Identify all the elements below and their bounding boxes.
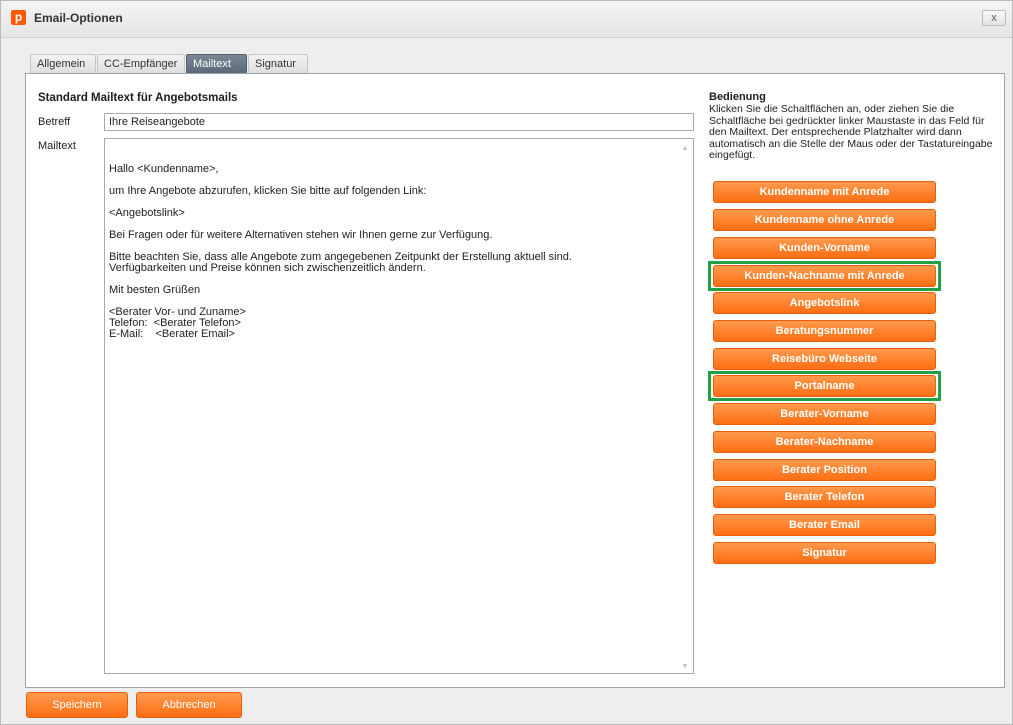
mailtext-panel: Standard Mailtext für Angebotsmails Betr… <box>25 73 1005 688</box>
window-title: Email-Optionen <box>34 11 123 25</box>
placeholder-button-berater-email[interactable]: Berater Email <box>713 514 936 536</box>
placeholder-button-kundenname-ohne-anrede[interactable]: Kundenname ohne Anrede <box>713 209 936 231</box>
section-title: Standard Mailtext für Angebotsmails <box>38 92 238 104</box>
title-bar: p Email-Optionen x <box>1 1 1012 38</box>
app-logo-icon: p <box>11 10 26 25</box>
tab-mailtext[interactable]: Mailtext <box>186 54 247 73</box>
controls-description: Klicken Sie die Schaltflächen an, oder z… <box>709 103 993 161</box>
placeholder-button-berater-nachname[interactable]: Berater-Nachname <box>713 431 936 453</box>
subject-label: Betreff <box>38 116 71 128</box>
placeholder-button-kunden-vorname[interactable]: Kunden-Vorname <box>713 237 936 259</box>
placeholder-button-beratungsnummer[interactable]: Beratungsnummer <box>713 320 936 342</box>
controls-title: Bedienung <box>709 91 766 103</box>
placeholder-button-signatur[interactable]: Signatur <box>713 542 936 564</box>
tab-allgemein[interactable]: Allgemein <box>30 54 96 73</box>
placeholder-button-kunden-nachname-mit-anrede[interactable]: Kunden-Nachname mit Anrede <box>713 265 936 287</box>
placeholder-button-angebotslink[interactable]: Angebotslink <box>713 292 936 314</box>
placeholder-button-portalname[interactable]: Portalname <box>713 375 936 397</box>
placeholder-button-berater-telefon[interactable]: Berater Telefon <box>713 486 936 508</box>
save-button[interactable]: Speichern <box>26 692 128 718</box>
tab-signatur[interactable]: Signatur <box>248 54 308 73</box>
mailtext-label: Mailtext <box>38 140 76 152</box>
placeholder-button-berater-position[interactable]: Berater Position <box>713 459 936 481</box>
close-button[interactable]: x <box>982 10 1006 26</box>
scroll-up-icon[interactable]: ▲ <box>681 143 689 152</box>
cancel-button[interactable]: Abbrechen <box>136 692 242 718</box>
mailtext-textarea[interactable]: Hallo <Kundenname>, um Ihre Angebote abz… <box>104 138 694 674</box>
placeholder-button-berater-vorname[interactable]: Berater-Vorname <box>713 403 936 425</box>
tab-cc-empfaenger[interactable]: CC-Empfänger <box>97 54 185 73</box>
placeholder-button-reisebuero-webseite[interactable]: Reisebüro Webseite <box>713 348 936 370</box>
mailtext-content: Hallo <Kundenname>, um Ihre Angebote abz… <box>109 163 572 340</box>
placeholder-button-kundenname-mit-anrede[interactable]: Kundenname mit Anrede <box>713 181 936 203</box>
email-options-window: p Email-Optionen x Allgemein CC-Empfänge… <box>0 0 1013 725</box>
scroll-down-icon[interactable]: ▼ <box>681 661 689 670</box>
subject-input[interactable]: Ihre Reiseangebote <box>104 113 694 131</box>
